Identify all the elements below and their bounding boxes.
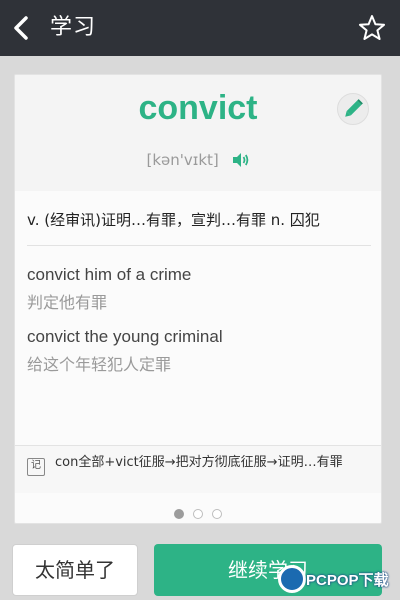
example-chinese: 判定他有罪 [27, 293, 108, 312]
example-english: convict him of a crime [27, 265, 192, 284]
pronounce-button[interactable] [232, 152, 250, 168]
memory-icon: 记 [27, 458, 45, 476]
page-dot-active[interactable] [173, 508, 184, 519]
example-english: convict the young criminal [27, 327, 223, 346]
example-item: convict him of a crime 判定他有罪 [27, 263, 371, 315]
etymology-section: 记 con全部+vict征服→把对方彻底征服→证明…有罪 [15, 445, 381, 493]
definition: v. (经审讯)证明…有罪，宣判…有罪 n. 囚犯 [27, 211, 320, 229]
page-title: 学习 [50, 15, 97, 40]
watermark-logo-icon [278, 565, 306, 593]
watermark: PCPOP下载 [278, 563, 400, 600]
page-dot[interactable] [212, 508, 223, 519]
word-header: convict [kən'vɪkt] [15, 75, 381, 191]
divider [27, 245, 371, 246]
star-icon [359, 15, 385, 40]
too-easy-button[interactable]: 太简单了 [12, 544, 138, 596]
page-indicator [15, 503, 381, 519]
top-bar: 学习 [0, 0, 400, 56]
edit-button[interactable] [337, 93, 369, 125]
chevron-left-icon [14, 16, 28, 40]
word-card: convict [kən'vɪkt] v. (经审讯)证明…有罪，宣判…有罪 n… [14, 74, 382, 524]
favorite-button[interactable] [358, 14, 386, 42]
example-chinese: 给这个年轻犯人定罪 [27, 355, 172, 374]
headword: convict [138, 89, 258, 127]
speaker-icon [232, 153, 248, 167]
page-dot[interactable] [193, 508, 203, 519]
watermark-text: PCPOP下载 [306, 572, 389, 589]
back-button[interactable] [10, 14, 34, 42]
examples-list: convict him of a crime 判定他有罪 convict the… [27, 263, 371, 387]
phonetic: [kən'vɪkt] [146, 151, 219, 169]
phonetic-row: [kən'vɪkt] [15, 151, 381, 169]
etymology-text: con全部+vict征服→把对方彻底征服→证明…有罪 [55, 455, 343, 470]
example-item: convict the young criminal 给这个年轻犯人定罪 [27, 325, 371, 377]
pencil-icon [345, 99, 363, 117]
